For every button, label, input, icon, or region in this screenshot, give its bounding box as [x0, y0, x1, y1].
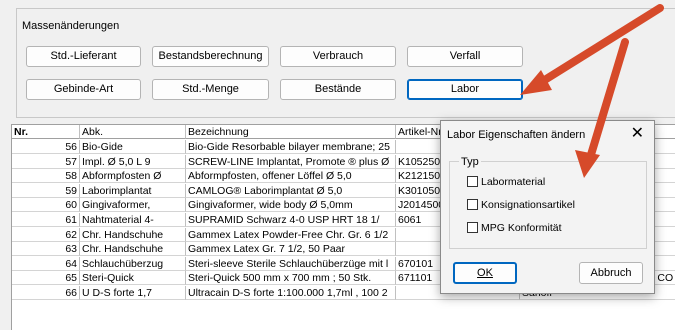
labor-button[interactable]: Labor [407, 79, 523, 100]
row-abk: Chr. Handschuhe [80, 227, 186, 242]
konsignationsartikel-label: Konsignationsartikel [481, 199, 575, 211]
ok-label: OK [477, 267, 493, 279]
typ-group-title: Typ [459, 156, 481, 168]
konsignationsartikel-checkbox-row[interactable]: Konsignationsartikel [467, 199, 575, 213]
mpg-konformitaet-label: MPG Konformität [481, 222, 562, 234]
mpg-konformitaet-checkbox-row[interactable]: MPG Konformität [467, 222, 562, 236]
labor-properties-dialog: Labor Eigenschaften ändern ✕ Typ Laborma… [440, 120, 655, 294]
bestandsberechnung-button[interactable]: Bestandsberechnung [152, 46, 269, 67]
row-abk: Abformpfosten Ø [80, 169, 186, 184]
row-nr: 61 [12, 213, 80, 227]
verbrauch-button[interactable]: Verbrauch [280, 46, 396, 67]
row-nr: 60 [12, 198, 80, 213]
row-bezeichnung: Gammex Latex Powder-Free Chr. Gr. 6 1/2 [186, 227, 396, 242]
ok-button[interactable]: OK [453, 262, 517, 284]
app-window: Massenänderungen Std.-Lieferant Bestands… [0, 0, 675, 330]
mass-changes-title: Massenänderungen [22, 20, 120, 32]
row-abk: Schlauchüberzug [80, 256, 186, 271]
labormaterial-label: Labormaterial [481, 176, 546, 188]
konsignationsartikel-checkbox[interactable] [467, 199, 478, 210]
row-bezeichnung: Ultracain D-S forte 1:100.000 1,7ml , 10… [186, 286, 396, 300]
row-abk: Steri-Quick [80, 271, 186, 286]
dialog-title: Labor Eigenschaften ändern [447, 129, 586, 141]
row-bezeichnung: Gingivaformer, wide body Ø 5,0mm [186, 198, 396, 213]
verfall-button[interactable]: Verfall [407, 46, 523, 67]
row-abk: Gingivaformer, [80, 198, 186, 213]
row-bezeichnung: Bio-Gide Resorbable bilayer membrane; 25 [186, 140, 396, 154]
row-nr: 58 [12, 169, 80, 184]
bestaende-button[interactable]: Bestände [280, 79, 396, 100]
cancel-button[interactable]: Abbruch [579, 262, 643, 284]
std-menge-button[interactable]: Std.-Menge [152, 79, 269, 100]
row-nr: 64 [12, 256, 80, 271]
row-abk: Impl. Ø 5,0 L 9 [80, 154, 186, 169]
header-abk[interactable]: Abk. [80, 125, 186, 139]
row-bezeichnung: SCREW-LINE Implantat, Promote ® plus Ø [186, 154, 396, 169]
header-bezeichnung[interactable]: Bezeichnung [186, 125, 396, 139]
labormaterial-checkbox-row[interactable]: Labormaterial [467, 176, 545, 190]
std-lieferant-button[interactable]: Std.-Lieferant [26, 46, 141, 67]
close-icon[interactable]: ✕ [631, 124, 644, 144]
row-abk: U D-S forte 1,7 [80, 286, 186, 300]
row-nr: 56 [12, 140, 80, 154]
row-abk: Laborimplantat [80, 183, 186, 198]
row-nr: 57 [12, 154, 80, 169]
gebinde-art-button[interactable]: Gebinde-Art [26, 79, 141, 100]
labormaterial-checkbox[interactable] [467, 176, 478, 187]
mpg-konformitaet-checkbox[interactable] [467, 222, 478, 233]
row-nr: 65 [12, 271, 80, 286]
row-bezeichnung: SUPRAMID Schwarz 4-0 USP HRT 18 1/ [186, 213, 396, 227]
row-bezeichnung: Steri-Quick 500 mm x 700 mm ; 50 Stk. [186, 271, 396, 286]
row-nr: 66 [12, 286, 80, 300]
row-abk: Nahtmaterial 4- [80, 213, 186, 227]
row-bezeichnung: Abformpfosten, offener Löffel Ø 5,0 [186, 169, 396, 184]
row-abk: Chr. Handschuhe [80, 242, 186, 257]
row-nr: 62 [12, 227, 80, 242]
row-bezeichnung: Gammex Latex Gr. 7 1/2, 50 Paar [186, 242, 396, 257]
row-nr: 63 [12, 242, 80, 257]
row-abk: Bio-Gide [80, 140, 186, 154]
row-bezeichnung: Steri-sleeve Sterile Schlauchüberzüge mi… [186, 256, 396, 271]
row-bezeichnung: CAMLOG® Laborimplantat Ø 5,0 [186, 183, 396, 198]
header-nr[interactable]: Nr. [12, 125, 80, 139]
row-nr: 59 [12, 183, 80, 198]
